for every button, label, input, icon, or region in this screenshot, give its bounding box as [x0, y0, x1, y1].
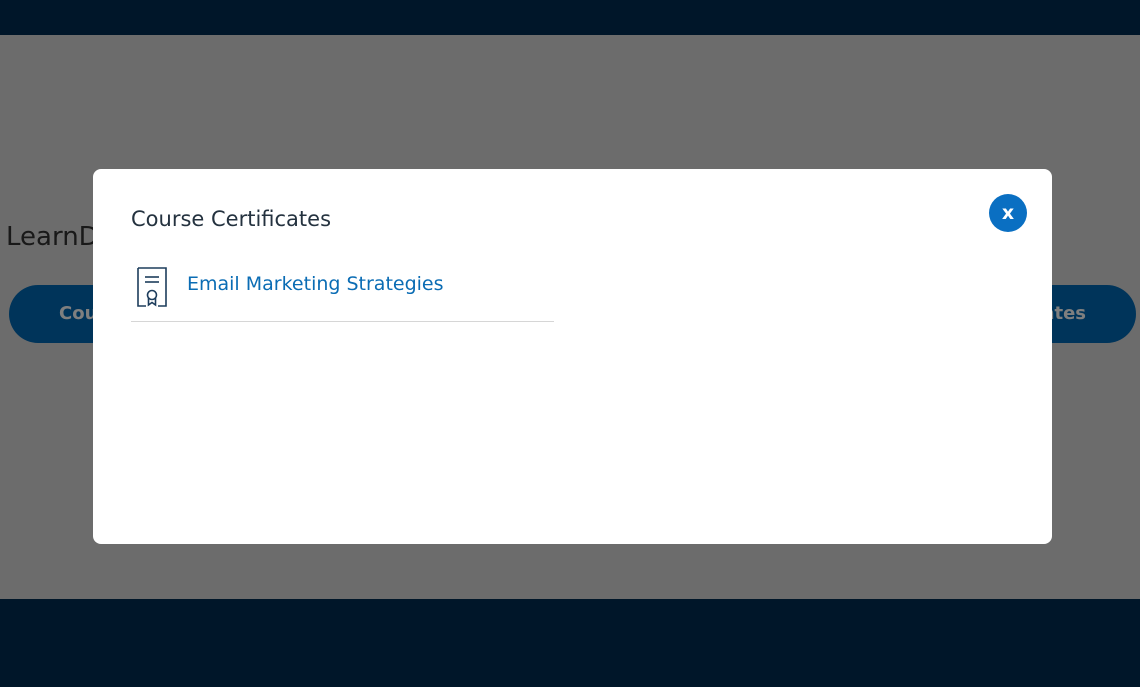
certificates-modal: Course Certificates x Email Marketing St…	[93, 169, 1052, 544]
certificate-link[interactable]: Email Marketing Strategies	[187, 273, 444, 295]
close-modal-button[interactable]: x	[989, 194, 1027, 232]
certificate-list-item[interactable]: Email Marketing Strategies	[131, 265, 554, 322]
page: LearnD Cou ates Course Certificates x Em…	[0, 0, 1140, 687]
certificate-icon	[135, 266, 169, 308]
modal-title: Course Certificates	[131, 207, 332, 231]
